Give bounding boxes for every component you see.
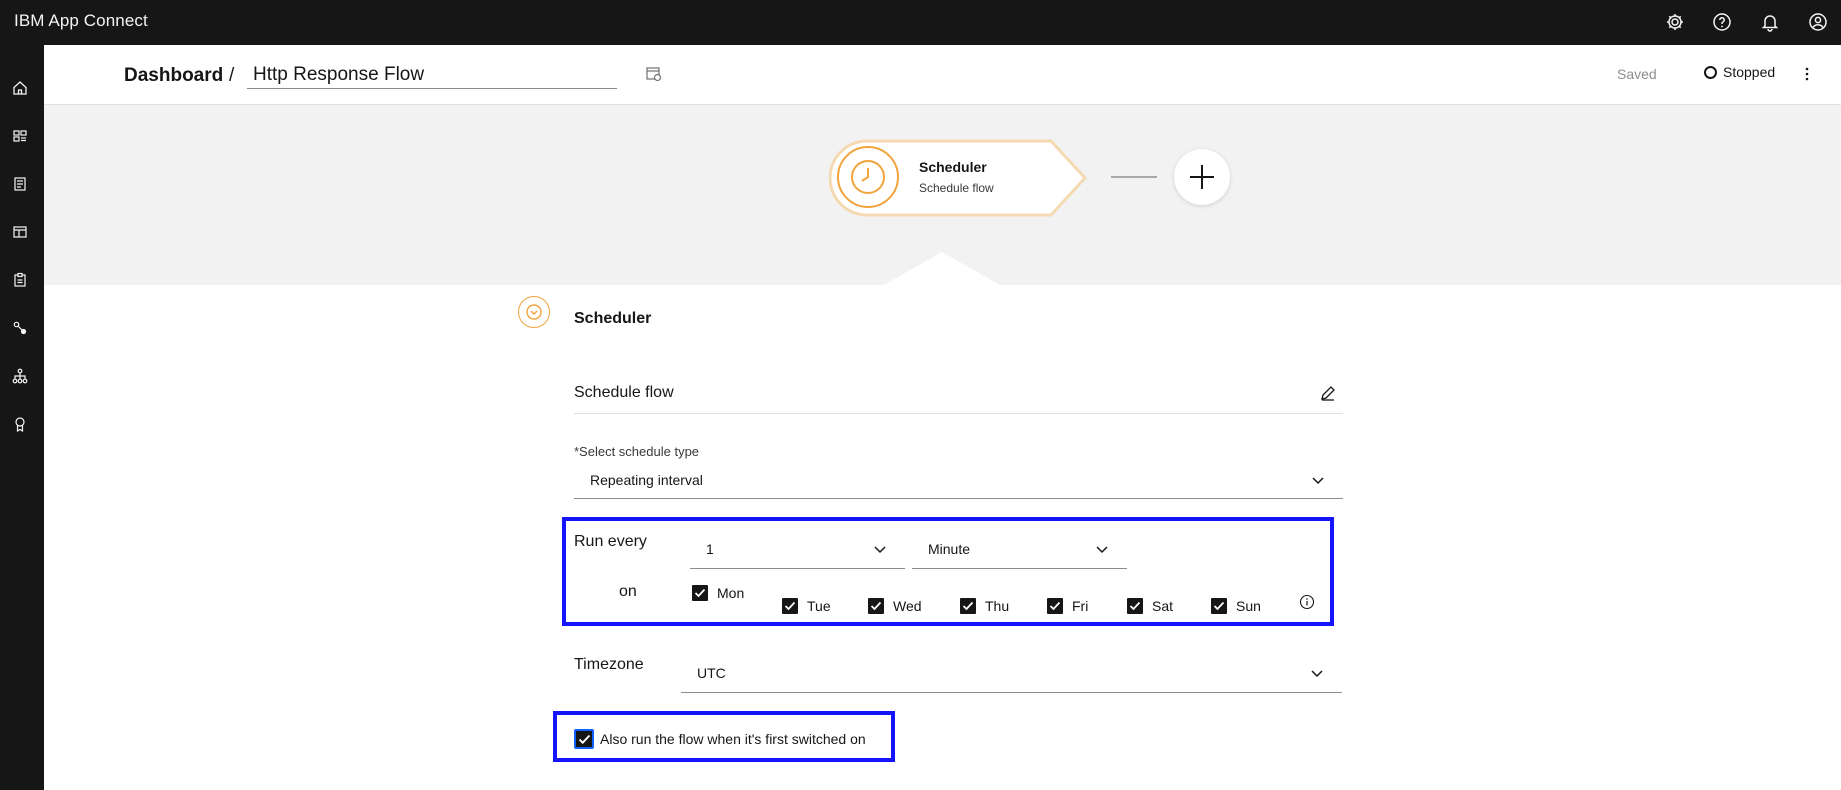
checkbox-checked-icon (1047, 598, 1063, 614)
user-avatar-icon[interactable] (1806, 10, 1830, 34)
chevron-down-icon (874, 546, 886, 554)
breadcrumb-dashboard[interactable]: Dashboard (124, 65, 223, 87)
flow-name-input[interactable] (247, 61, 617, 89)
connections-icon[interactable] (8, 316, 32, 340)
flow-title-bar: Dashboard / Saved Stopped (44, 45, 1841, 105)
day-label: Sat (1152, 598, 1174, 614)
day-checkbox-tue[interactable]: Tue (782, 598, 831, 614)
flow-status-label: Stopped (1723, 64, 1776, 80)
day-checkbox-mon[interactable]: Mon (692, 585, 744, 601)
timezone-select[interactable]: UTC (681, 654, 1342, 693)
schedule-name: Schedule flow (574, 384, 674, 401)
panel-pointer (884, 252, 1000, 285)
day-checkbox-thu[interactable]: Thu (960, 598, 1009, 614)
save-status: Saved (1617, 66, 1657, 82)
day-label: Thu (985, 598, 1010, 614)
checkbox-checked-icon (1211, 598, 1227, 614)
timezone-value: UTC (697, 665, 726, 681)
help-icon[interactable] (1710, 10, 1734, 34)
node-connector (1111, 176, 1157, 178)
schedule-type-value: Repeating interval (590, 472, 703, 488)
interval-unit-select[interactable]: Minute (912, 531, 1127, 569)
node-title: Scheduler (919, 159, 987, 175)
scheduler-node[interactable]: Scheduler Schedule flow (829, 139, 1087, 217)
plus-icon (1190, 165, 1214, 189)
templates-icon[interactable] (8, 220, 32, 244)
info-icon[interactable] (1299, 594, 1315, 610)
edit-icon[interactable] (1319, 384, 1337, 402)
checkbox-checked-icon (1127, 598, 1143, 614)
day-label: Tue (807, 598, 831, 614)
schedule-name-row: Schedule flow (574, 378, 1343, 414)
interval-value-select[interactable]: 1 (690, 531, 905, 569)
flow-status[interactable]: Stopped (1704, 64, 1775, 80)
first-run-label: Also run the flow when it's first switch… (600, 731, 866, 747)
side-nav (0, 45, 44, 790)
day-label: Sun (1236, 598, 1261, 614)
day-checkbox-sun[interactable]: Sun (1211, 598, 1261, 614)
day-label: Mon (717, 585, 745, 601)
chevron-down-icon (1311, 670, 1323, 678)
breadcrumb-separator: / (229, 65, 235, 86)
clock-icon (837, 146, 899, 208)
timezone-label: Timezone (574, 656, 644, 673)
scheduler-clock-icon (518, 296, 550, 328)
schedule-type-select[interactable]: Repeating interval (574, 463, 1343, 499)
hierarchy-icon[interactable] (8, 364, 32, 388)
on-label: on (619, 583, 637, 600)
first-run-checkbox[interactable]: Also run the flow when it's first switch… (574, 729, 866, 749)
chevron-down-icon (1312, 477, 1324, 485)
add-node-button[interactable] (1174, 149, 1230, 205)
flow-settings-icon[interactable] (645, 65, 663, 83)
interval-unit: Minute (928, 541, 971, 557)
node-subtitle: Schedule flow (919, 181, 994, 195)
checkbox-checked-icon (782, 598, 798, 614)
app-brand[interactable]: IBM App Connect (14, 11, 148, 31)
clipboard-icon[interactable] (8, 268, 32, 292)
document-icon[interactable] (8, 172, 32, 196)
status-indicator-icon (1704, 65, 1717, 79)
checkbox-checked-icon (692, 585, 708, 601)
interval-value: 1 (706, 541, 714, 557)
panel-title: Scheduler (574, 310, 652, 327)
checkbox-checked-icon (574, 729, 594, 749)
day-checkbox-fri[interactable]: Fri (1047, 598, 1088, 614)
day-label: Fri (1072, 598, 1089, 614)
home-icon[interactable] (8, 76, 32, 100)
badge-icon[interactable] (8, 412, 32, 436)
catalog-icon[interactable] (8, 124, 32, 148)
day-checkbox-sat[interactable]: Sat (1127, 598, 1173, 614)
chevron-down-icon (1096, 546, 1108, 554)
checkbox-checked-icon (868, 598, 884, 614)
run-every-label: Run every (574, 533, 647, 550)
notification-icon[interactable] (1758, 10, 1782, 34)
checkbox-checked-icon (960, 598, 976, 614)
day-label: Wed (893, 598, 922, 614)
flow-canvas: Scheduler Schedule flow (44, 105, 1841, 285)
overflow-menu-icon[interactable] (1799, 64, 1815, 84)
schedule-type-label: *Select schedule type (574, 444, 700, 459)
settings-icon[interactable] (1663, 10, 1687, 34)
day-checkbox-wed[interactable]: Wed (868, 598, 922, 614)
top-header: IBM App Connect (0, 0, 1841, 45)
